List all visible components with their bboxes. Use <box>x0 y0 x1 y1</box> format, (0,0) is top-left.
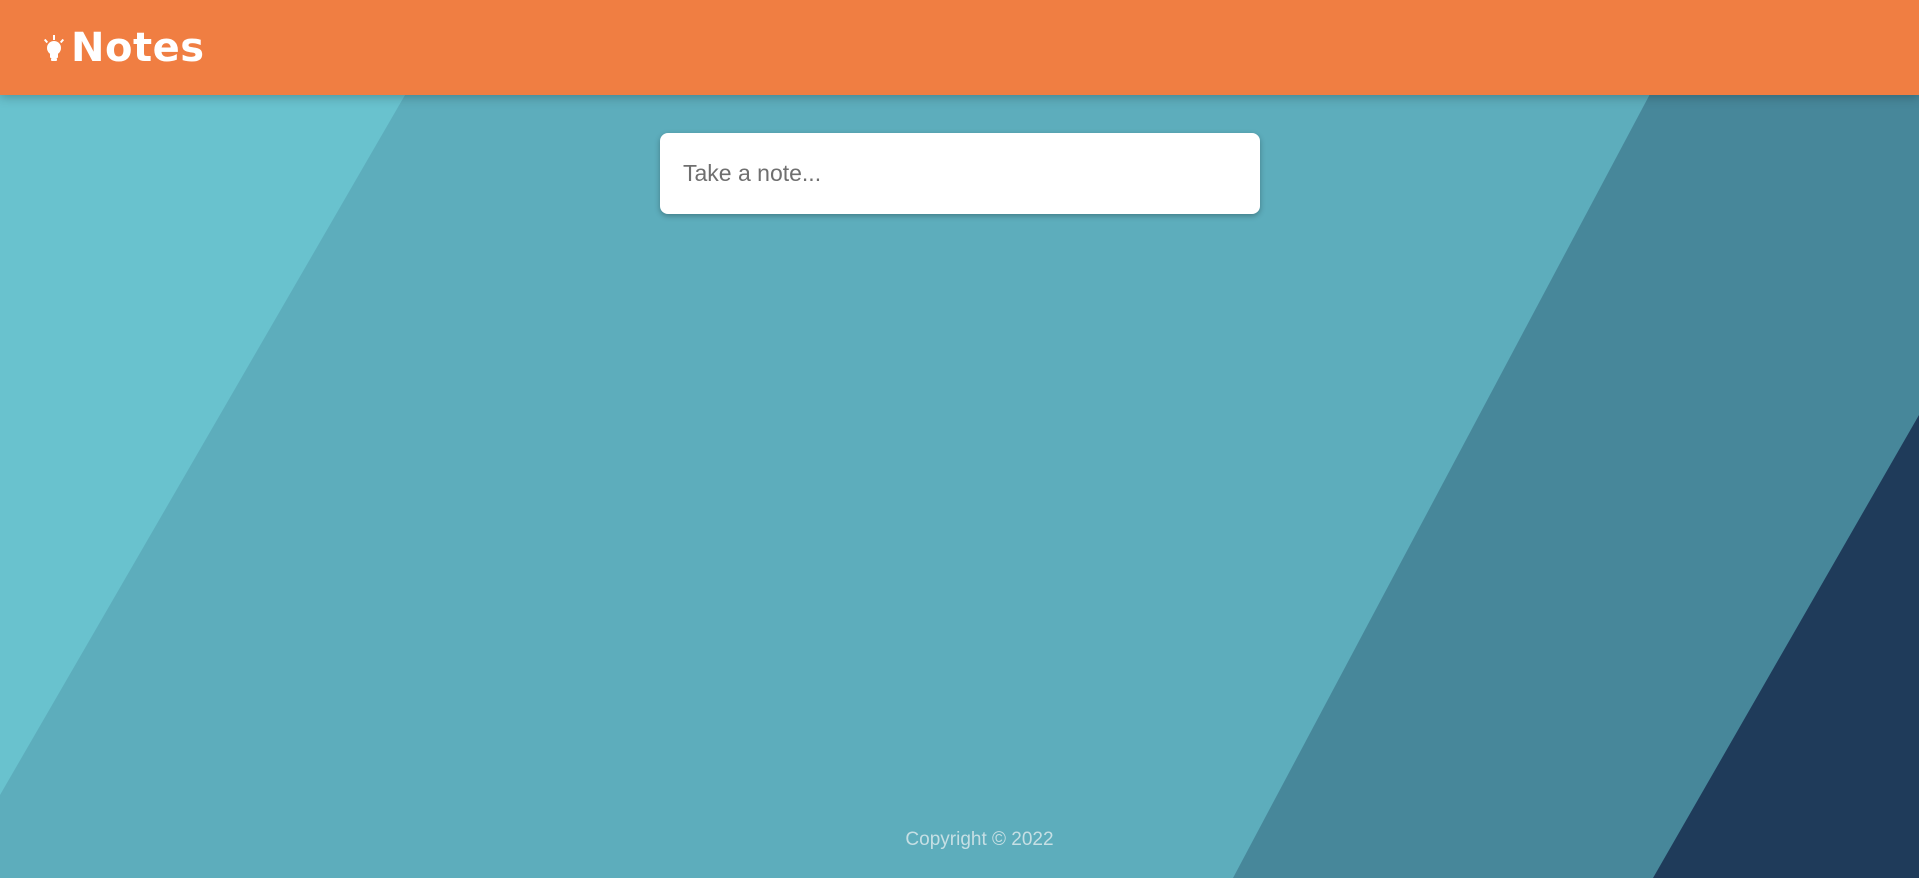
brand: Notes <box>43 28 205 68</box>
app-header: Notes <box>0 0 1919 95</box>
background-stripes <box>0 0 1919 878</box>
create-note-form <box>660 133 1260 214</box>
lightbulb-icon <box>43 33 67 63</box>
note-input[interactable] <box>683 160 1237 187</box>
app-title: Notes <box>71 24 205 71</box>
footer: Copyright © 2022 <box>0 829 1919 851</box>
copyright-text: Copyright © 2022 <box>905 829 1054 850</box>
